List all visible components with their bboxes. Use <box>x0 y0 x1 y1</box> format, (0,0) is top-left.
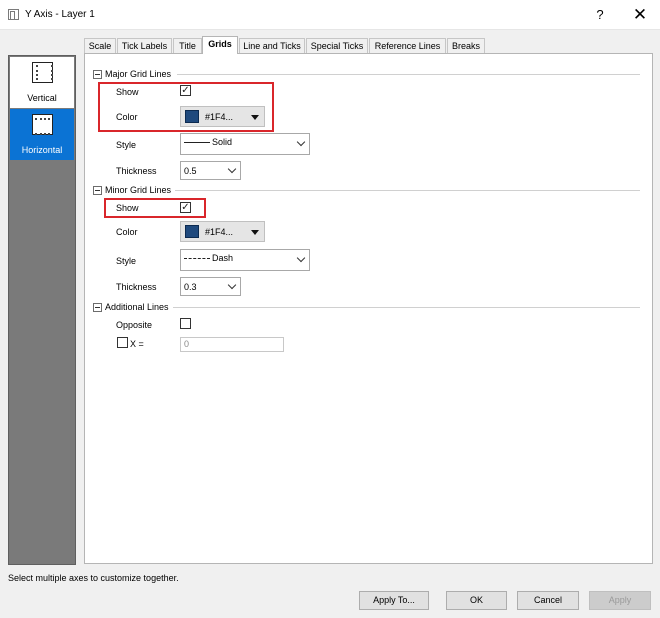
major-style-value: Solid <box>184 137 232 147</box>
dropdown-arrow-icon <box>251 115 259 120</box>
major-thickness-value: 0.5 <box>184 166 197 176</box>
minor-color-dropdown[interactable]: #1F4... <box>180 221 265 242</box>
footer-hint: Select multiple axes to customize togeth… <box>8 573 179 583</box>
window-title: Y Axis - Layer 1 <box>25 9 95 20</box>
minor-thickness-label: Thickness <box>116 282 157 292</box>
minor-style-label: Style <box>116 256 137 266</box>
checkmark-icon: ✓ <box>181 85 190 96</box>
major-grid-heading: Major Grid Lines <box>105 69 172 79</box>
major-style-label: Style <box>116 140 137 150</box>
group-divider <box>175 190 640 191</box>
help-button[interactable]: ? <box>590 6 610 24</box>
tab-scale[interactable]: Scale <box>84 38 116 53</box>
major-style-dropdown[interactable]: Solid <box>180 133 310 155</box>
minor-color-label: Color <box>116 227 138 237</box>
apply-to-button[interactable]: Apply To... <box>359 591 429 610</box>
solid-line-icon <box>184 142 210 144</box>
cancel-button[interactable]: Cancel <box>517 591 579 610</box>
app-icon <box>8 9 19 20</box>
axis-direction-sidebar: Vertical Horizontal <box>8 55 76 565</box>
tab-grids[interactable]: Grids <box>202 36 238 54</box>
chevron-down-icon <box>296 137 306 147</box>
collapse-major-icon[interactable] <box>93 70 102 79</box>
chevron-down-icon <box>227 280 237 290</box>
dash-line-icon <box>184 258 210 260</box>
tab-tick-labels[interactable]: Tick Labels <box>117 38 172 53</box>
additional-lines-heading: Additional Lines <box>105 302 169 312</box>
color-swatch <box>185 225 199 238</box>
minor-thickness-value: 0.3 <box>184 282 197 292</box>
tab-special-ticks[interactable]: Special Ticks <box>306 38 368 53</box>
minor-grid-heading: Minor Grid Lines <box>105 185 172 195</box>
dropdown-arrow-icon <box>251 230 259 235</box>
major-show-label: Show <box>116 87 139 97</box>
opposite-checkbox[interactable] <box>180 318 191 329</box>
ok-button[interactable]: OK <box>446 591 507 610</box>
major-color-label: Color <box>116 112 138 122</box>
major-thickness-dropdown[interactable]: 0.5 <box>180 161 241 180</box>
minor-style-dropdown[interactable]: Dash <box>180 249 310 271</box>
major-thickness-label: Thickness <box>116 166 157 176</box>
collapse-additional-icon[interactable] <box>93 303 102 312</box>
vertical-grid-icon <box>32 62 53 83</box>
major-show-checkbox[interactable]: ✓ <box>180 85 191 96</box>
collapse-minor-icon[interactable] <box>93 186 102 195</box>
x-value-input[interactable]: 0 <box>180 337 284 352</box>
chevron-down-icon <box>227 164 237 174</box>
tab-breaks[interactable]: Breaks <box>447 38 485 53</box>
minor-show-label: Show <box>116 203 139 213</box>
title-bar: Y Axis - Layer 1 ? ✕ <box>0 0 660 30</box>
minor-color-value: #1F4... <box>205 227 234 237</box>
group-divider <box>173 307 640 308</box>
sidebar-item-label: Vertical <box>27 93 57 103</box>
minor-show-checkbox[interactable]: ✓ <box>180 202 191 213</box>
chevron-down-icon <box>296 253 306 263</box>
x-equals-label: X = <box>130 339 144 349</box>
minor-thickness-dropdown[interactable]: 0.3 <box>180 277 241 296</box>
opposite-label: Opposite <box>116 320 153 330</box>
horizontal-grid-icon <box>32 114 53 135</box>
sidebar-item-horizontal[interactable]: Horizontal <box>10 109 74 160</box>
checkmark-icon: ✓ <box>181 202 190 213</box>
sidebar-item-label: Horizontal <box>21 145 63 155</box>
x-value-checkbox[interactable] <box>117 337 128 348</box>
tab-title[interactable]: Title <box>173 38 202 53</box>
color-swatch <box>185 110 199 123</box>
apply-button[interactable]: Apply <box>589 591 651 610</box>
major-color-dropdown[interactable]: #1F4... <box>180 106 265 127</box>
sidebar-item-vertical[interactable]: Vertical <box>10 57 74 108</box>
minor-style-value: Dash <box>184 253 233 263</box>
tab-line-and-ticks[interactable]: Line and Ticks <box>239 38 305 53</box>
group-divider <box>177 74 640 75</box>
tab-reference-lines[interactable]: Reference Lines <box>369 38 446 53</box>
close-button[interactable]: ✕ <box>630 6 650 24</box>
grids-panel: Major Grid Lines Show ✓ Color #1F4... St… <box>84 53 653 564</box>
major-color-value: #1F4... <box>205 112 234 122</box>
